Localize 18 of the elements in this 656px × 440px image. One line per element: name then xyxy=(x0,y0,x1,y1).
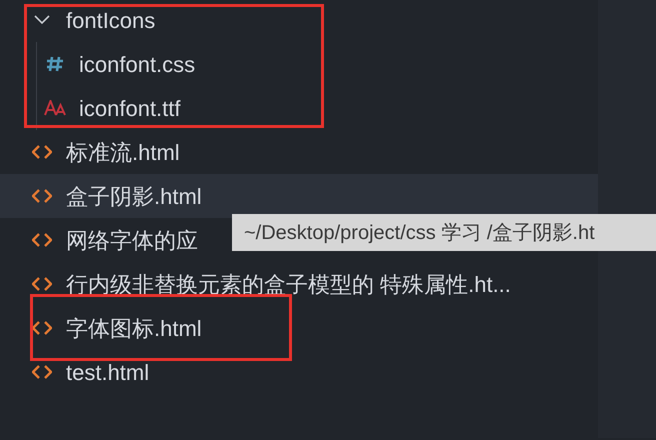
file-name[interactable]: 网络字体的应 xyxy=(66,224,198,256)
hash-icon xyxy=(46,55,64,73)
font-icon xyxy=(44,100,66,116)
file-name[interactable]: iconfont.ttf xyxy=(79,92,181,124)
file-name[interactable]: iconfont.css xyxy=(79,48,196,80)
code-file-icon xyxy=(32,189,52,203)
file-name: 盒子阴影.html xyxy=(66,182,202,210)
code-file-icon xyxy=(32,365,52,379)
code-file-icon xyxy=(32,145,52,159)
file-name[interactable]: 标准流.html xyxy=(66,136,180,168)
folder-name[interactable]: fontIcons xyxy=(66,4,156,36)
code-file-icon xyxy=(32,277,52,291)
tooltip: ~/Desktop/project/css 学习 /盒子阴影.ht xyxy=(232,214,656,251)
file-name[interactable]: 字体图标.html xyxy=(66,312,202,344)
code-file-icon xyxy=(32,321,52,335)
file-row[interactable]: 盒子阴影.html xyxy=(0,174,598,218)
code-file-icon xyxy=(32,233,52,247)
file-name[interactable]: test.html xyxy=(66,356,150,388)
